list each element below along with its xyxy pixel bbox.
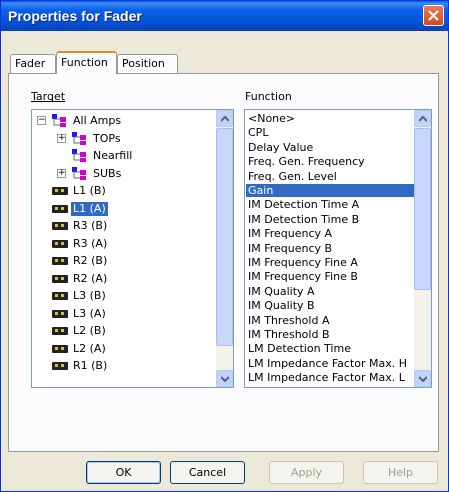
tree-item-label: SUBs (93, 166, 122, 180)
tree-item[interactable]: R2 (B) (32, 253, 217, 269)
function-item[interactable]: Gain (246, 184, 414, 197)
tree-item[interactable]: L3 (B) (32, 288, 217, 304)
function-item[interactable]: IM Frequency Fine A (246, 256, 414, 269)
tree-item-label: All Amps (73, 114, 122, 127)
function-item[interactable]: IM Frequency Fine B (246, 270, 414, 283)
function-item[interactable]: CPL (246, 126, 414, 139)
amplifier-icon (52, 327, 68, 335)
tree-item[interactable]: R3 (A) (32, 236, 217, 252)
function-item[interactable]: IM Threshold A (246, 314, 414, 327)
tab-function[interactable]: Function (56, 51, 117, 74)
tree-item-label: R3 (A) (73, 236, 108, 250)
function-item[interactable]: LM Detection Time (246, 342, 414, 355)
tree-item-label: L2 (A) (73, 341, 106, 355)
scroll-down-button[interactable] (414, 370, 431, 387)
tree-item-label: L3 (B) (73, 289, 106, 302)
ok-button[interactable]: OK (86, 461, 161, 484)
group-node-icon (52, 114, 66, 127)
tree-item-label: R2 (B) (73, 254, 108, 267)
tree-item-label: R3 (B) (73, 219, 108, 232)
scroll-thumb[interactable] (216, 128, 233, 346)
function-item[interactable]: Delay Value (246, 141, 414, 154)
chevron-down-icon (419, 376, 427, 382)
tree-item[interactable]: R1 (B) (32, 358, 217, 374)
apply-button[interactable]: Apply (269, 461, 344, 484)
chevron-up-icon (221, 116, 229, 122)
scroll-thumb[interactable] (414, 128, 431, 290)
amplifier-icon (52, 187, 68, 195)
function-item[interactable]: LM Impedance Factor Max. L (246, 371, 414, 384)
function-item[interactable]: LM Impedance Factor Max. H (246, 357, 414, 370)
close-button[interactable] (423, 5, 444, 26)
function-item[interactable]: Freq. Gen. Frequency (246, 155, 414, 168)
tree-item[interactable]: L2 (A) (32, 341, 217, 357)
tree-item[interactable]: Nearfill (32, 148, 217, 164)
group-node-icon (72, 166, 86, 180)
amplifier-icon (52, 222, 68, 230)
target-scrollbar[interactable] (216, 110, 233, 387)
chevron-up-icon (419, 116, 427, 122)
help-button[interactable]: Help (363, 461, 438, 484)
title-bar[interactable]: Properties for Fader (1, 1, 448, 31)
window-title: Properties for Fader (8, 8, 142, 24)
collapse-toggle-icon[interactable]: − (37, 116, 46, 125)
tree-item-label: TOPs (93, 131, 121, 145)
tree-item-label: Nearfill (93, 149, 133, 162)
tree-item[interactable]: L2 (B) (32, 323, 217, 339)
tree-item-label: L2 (B) (73, 324, 106, 337)
amplifier-icon (52, 362, 68, 370)
expand-toggle-icon[interactable]: + (57, 133, 66, 143)
tree-item-label: R1 (B) (73, 359, 108, 372)
tree-item-label: R2 (A) (73, 271, 108, 285)
amplifier-icon (52, 344, 68, 353)
tree-item-label: L1 (B) (73, 184, 106, 197)
chevron-down-icon (221, 376, 229, 382)
tree-item[interactable]: R3 (B) (32, 218, 217, 234)
scroll-down-button[interactable] (216, 370, 233, 387)
amplifier-icon (52, 274, 68, 283)
expand-toggle-icon[interactable]: + (57, 168, 66, 178)
function-item[interactable]: IM Frequency B (246, 242, 414, 255)
function-scrollbar[interactable] (414, 110, 431, 387)
tree-item[interactable]: + SUBs (32, 166, 217, 182)
function-item[interactable]: IM Quality A (246, 285, 414, 298)
target-tree[interactable]: − All Amps + TOPs Nearfill + SUBs L1 (B) L1 (A) R… (31, 109, 234, 388)
tree-item[interactable]: L3 (A) (32, 306, 217, 322)
target-label-text: Target (31, 90, 66, 103)
group-node-icon (72, 149, 86, 162)
tree-item[interactable]: − All Amps (32, 113, 217, 129)
function-item[interactable]: IM Detection Time A (246, 198, 414, 211)
tree-item[interactable]: + TOPs (32, 131, 217, 147)
function-item[interactable]: IM Frequency A (246, 227, 414, 240)
function-label: Function (245, 90, 292, 103)
tree-item[interactable]: R2 (A) (32, 271, 217, 287)
tree-item[interactable]: L1 (A) (32, 201, 217, 217)
amplifier-icon (52, 204, 68, 213)
function-label-text: Function (245, 90, 292, 103)
function-item[interactable]: IM Threshold B (246, 328, 414, 341)
function-item[interactable]: Freq. Gen. Level (246, 170, 414, 183)
function-item[interactable]: IM Detection Time B (246, 213, 414, 226)
group-node-icon (72, 131, 86, 145)
tab-fader[interactable]: Fader (10, 54, 56, 73)
target-label: Target (31, 90, 65, 103)
function-item[interactable]: <None> (246, 112, 414, 125)
amplifier-icon (52, 239, 68, 248)
scroll-up-button[interactable] (216, 110, 233, 127)
function-item[interactable]: IM Quality B (246, 299, 414, 312)
function-list[interactable]: <None> CPL Delay Value Freq. Gen. Frequency… (244, 109, 432, 388)
cancel-button[interactable]: Cancel (170, 461, 245, 484)
amplifier-icon (52, 309, 68, 318)
tree-item[interactable]: L1 (B) (32, 183, 217, 199)
amplifier-icon (52, 257, 68, 265)
tab-position[interactable]: Position (117, 54, 178, 73)
tree-item-label: L3 (A) (73, 306, 106, 320)
amplifier-icon (52, 292, 68, 300)
tree-item-label: L1 (A) (71, 201, 108, 216)
scroll-up-button[interactable] (414, 110, 431, 127)
